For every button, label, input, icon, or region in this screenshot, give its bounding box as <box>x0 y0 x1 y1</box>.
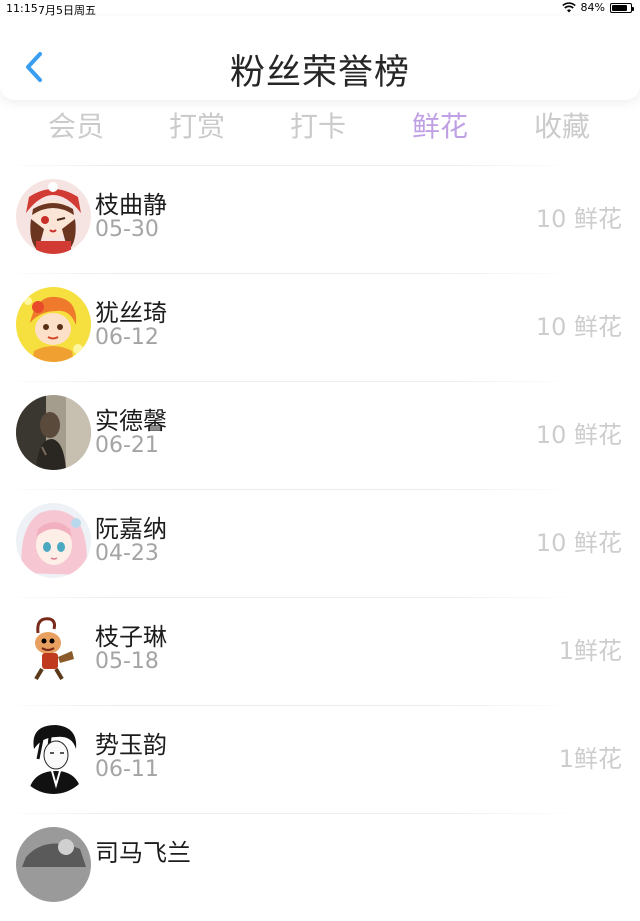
fan-name: 势玉韵 <box>95 731 167 759</box>
tab-flowers[interactable]: 鲜花 <box>385 105 495 145</box>
status-time: 11:15 <box>6 2 38 15</box>
battery-level <box>612 4 627 11</box>
fan-name: 司马飞兰 <box>95 839 191 867</box>
avatar[interactable] <box>16 179 91 254</box>
fan-date: 05-18 <box>95 649 159 674</box>
list-item[interactable]: 枝子琳 05-18 1鲜花 <box>0 597 640 705</box>
flower-count: 10 鲜花 <box>535 529 622 557</box>
fan-date: 06-11 <box>95 757 159 782</box>
divider <box>0 597 580 598</box>
avatar[interactable] <box>16 827 91 902</box>
list-item[interactable]: 势玉韵 06-11 1鲜花 <box>0 705 640 813</box>
status-indicators: 84% <box>561 1 634 14</box>
avatar[interactable] <box>16 287 91 362</box>
flower-count: 10 鲜花 <box>535 313 622 341</box>
fan-name: 实德馨 <box>95 407 167 435</box>
page-title: 粉丝荣誉榜 <box>229 53 410 93</box>
fan-name: 枝子琳 <box>95 623 167 651</box>
avatar[interactable] <box>16 503 91 578</box>
tab-checkin[interactable]: 打卡 <box>263 105 373 145</box>
divider <box>0 165 580 166</box>
list-item[interactable]: 阮嘉纳 04-23 10 鲜花 <box>0 489 640 597</box>
fan-name: 枝曲静 <box>95 191 167 219</box>
divider <box>0 813 580 814</box>
flower-count: 1鲜花 <box>558 637 622 665</box>
tab-rewards[interactable]: 打赏 <box>142 105 252 145</box>
divider <box>0 489 580 490</box>
avatar[interactable] <box>16 395 91 470</box>
fan-name: 阮嘉纳 <box>95 515 167 543</box>
fan-list: 枝曲静 05-30 10 鲜花 犹丝琦 06-12 10 鲜花 实德馨 06-2… <box>0 165 640 921</box>
fan-date: 05-30 <box>95 217 159 242</box>
wifi-icon <box>561 2 576 13</box>
flower-count: 10 鲜花 <box>535 205 622 233</box>
list-item[interactable]: 犹丝琦 06-12 10 鲜花 <box>0 273 640 381</box>
flower-count: 1鲜花 <box>558 745 622 773</box>
avatar[interactable] <box>16 719 91 794</box>
fan-name: 犹丝琦 <box>95 299 167 327</box>
avatar[interactable] <box>16 611 91 686</box>
tab-favorites[interactable]: 收藏 <box>507 105 617 145</box>
flower-count: 10 鲜花 <box>535 421 622 449</box>
header: 粉丝荣誉榜 <box>0 16 640 100</box>
divider <box>0 705 580 706</box>
list-item[interactable]: 实德馨 06-21 10 鲜花 <box>0 381 640 489</box>
battery-percent: 84% <box>580 1 605 14</box>
list-item[interactable]: 枝曲静 05-30 10 鲜花 <box>0 165 640 273</box>
divider <box>0 273 580 274</box>
tab-bar: 会员 打赏 打卡 鲜花 收藏 <box>0 105 640 153</box>
divider <box>0 381 580 382</box>
fan-date: 06-21 <box>95 433 159 458</box>
list-item[interactable]: 司马飞兰 <box>0 813 640 921</box>
battery-icon <box>610 2 634 13</box>
tab-members[interactable]: 会员 <box>21 105 131 145</box>
fan-date: 06-12 <box>95 325 159 350</box>
fan-date: 04-23 <box>95 541 159 566</box>
